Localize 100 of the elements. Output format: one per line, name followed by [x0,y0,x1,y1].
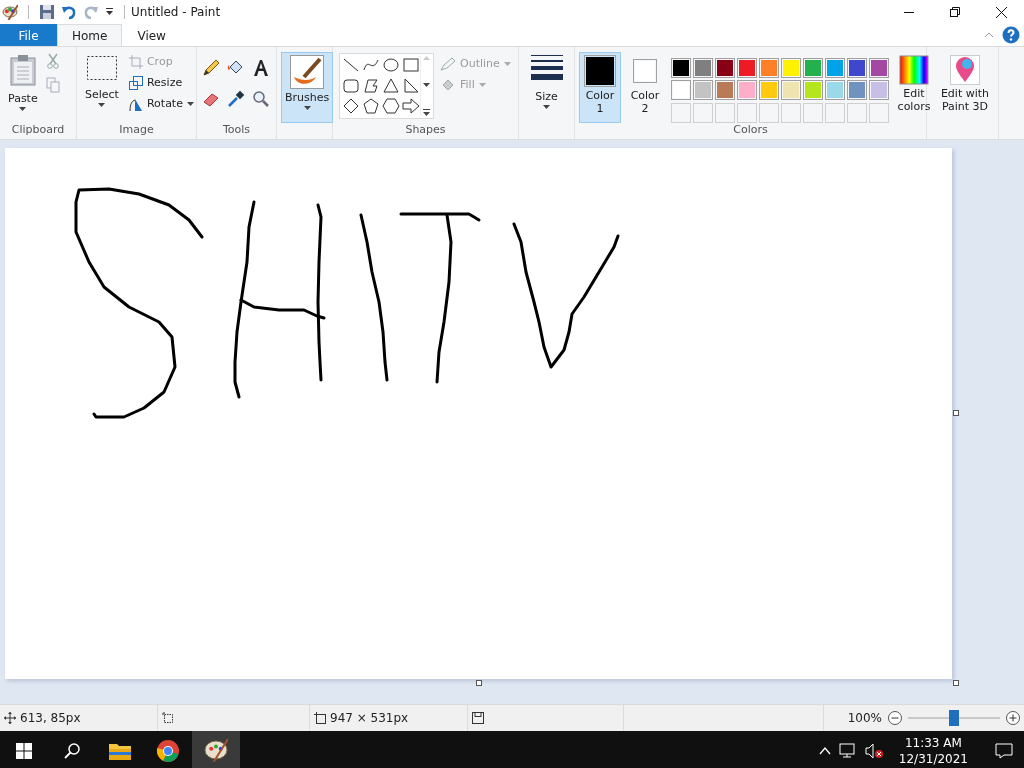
group-label: Tools [221,123,252,138]
search-icon [64,743,80,759]
empty-swatch[interactable] [715,102,735,123]
empty-swatch[interactable] [671,102,691,123]
color-swatch[interactable] [759,80,779,101]
color-swatch[interactable] [803,58,823,78]
color-swatch[interactable] [671,58,691,78]
fill-icon [440,77,456,92]
color-swatch[interactable] [737,80,757,101]
clock-date[interactable]: 12/31/2021 [898,751,968,767]
empty-swatch[interactable] [759,102,779,123]
taskbar-app[interactable] [192,731,240,768]
diamond-icon[interactable] [342,97,360,116]
group-label: Image [118,123,155,138]
empty-swatch[interactable] [869,102,889,123]
resize-handle[interactable] [476,680,482,686]
clock-time[interactable]: 11:33 AM [904,735,962,751]
rotate-button[interactable]: Rotate [126,93,196,114]
color-swatch[interactable] [825,80,845,101]
empty-swatch[interactable] [803,102,823,123]
group-label: Colors [732,123,769,138]
restore-icon [950,7,960,17]
selection-icon [85,54,118,82]
copy-icon [45,77,60,93]
hexagon-icon[interactable] [382,97,400,116]
zoom-in-button[interactable] [1006,711,1020,725]
customize-caret-icon [105,8,114,16]
group-label: Shapes [404,123,447,138]
outline-icon [440,56,456,71]
resize-button[interactable]: Resize [126,72,196,93]
palette-icon [2,4,18,20]
color-swatch[interactable] [781,58,801,78]
resize-handle[interactable] [953,680,959,686]
clipboard-icon [8,54,37,86]
empty-swatch[interactable] [847,102,867,123]
color-swatch[interactable] [781,80,801,101]
rounded-rectangle-icon[interactable] [342,76,360,95]
color-swatch[interactable] [693,58,713,78]
redo-icon [83,4,99,20]
scroll-down-icon [422,82,430,87]
undo-icon [61,4,77,20]
size-button[interactable]: Size [526,51,567,123]
collapse-icon [984,32,994,38]
chrome-icon [156,739,180,763]
ribbon-tab[interactable]: View [122,24,181,46]
color-swatch[interactable] [737,58,757,78]
brushes-button[interactable]: Brushes [281,52,334,123]
resize-handle[interactable] [953,410,959,416]
ribbon-tab[interactable]: Home [57,24,123,46]
select-button[interactable]: Select [81,51,123,123]
empty-swatch[interactable] [737,102,757,123]
color-swatch[interactable] [715,80,735,101]
pentagon-icon[interactable] [362,97,380,116]
empty-swatch[interactable] [781,102,801,123]
color-swatch[interactable] [847,58,867,78]
canvas-size: 947 × 531px [330,711,409,725]
volume-muted-icon [864,743,883,759]
color-swatch[interactable] [759,58,779,78]
caret-icon [19,107,27,111]
help-icon [1002,26,1020,44]
caret-icon [303,106,311,110]
arrow-icon[interactable] [402,97,420,116]
color-swatch[interactable] [803,80,823,101]
canvas-size-icon [314,712,326,724]
file-size-icon [472,712,484,724]
color-slot-button[interactable]: Color 1 [579,52,621,123]
zoom-slider-thumb[interactable] [949,710,959,726]
ribbon-tab[interactable]: File [0,24,57,46]
notification-icon [995,743,1013,759]
color-swatch[interactable] [825,58,845,78]
color-picker-icon [226,90,245,108]
line-width-icon [530,54,563,82]
paint-3d-icon [950,55,980,85]
triangle-icon[interactable] [382,76,400,95]
color-swatch[interactable] [869,80,889,101]
color-swatch[interactable] [671,80,691,101]
empty-swatch[interactable] [693,102,713,123]
zoom-out-button[interactable] [888,711,902,725]
color-swatch[interactable] [847,80,867,101]
color-swatch[interactable] [693,80,713,101]
crop-icon [128,54,143,69]
empty-swatch[interactable] [825,102,845,123]
network-icon [838,743,857,759]
close-icon [995,6,1007,18]
color-swatch[interactable] [715,58,735,78]
polygon-icon[interactable] [362,76,380,95]
line-icon[interactable] [342,56,360,74]
color-slot-button[interactable]: Color 2 [624,52,666,123]
folder-icon [108,741,132,761]
zoom-level: 100% [847,711,882,725]
color-swatch[interactable] [869,58,889,78]
paste-button[interactable]: Paste [4,51,42,123]
right-triangle-icon[interactable] [402,76,420,95]
caret-icon [98,103,106,107]
oval-icon[interactable] [382,56,400,74]
plus-icon [1006,711,1020,725]
cursor-position: 613, 85px [20,711,81,725]
window-title: Untitled - Paint [131,5,221,19]
spectrum-icon [899,55,929,85]
palette-icon [204,738,228,762]
